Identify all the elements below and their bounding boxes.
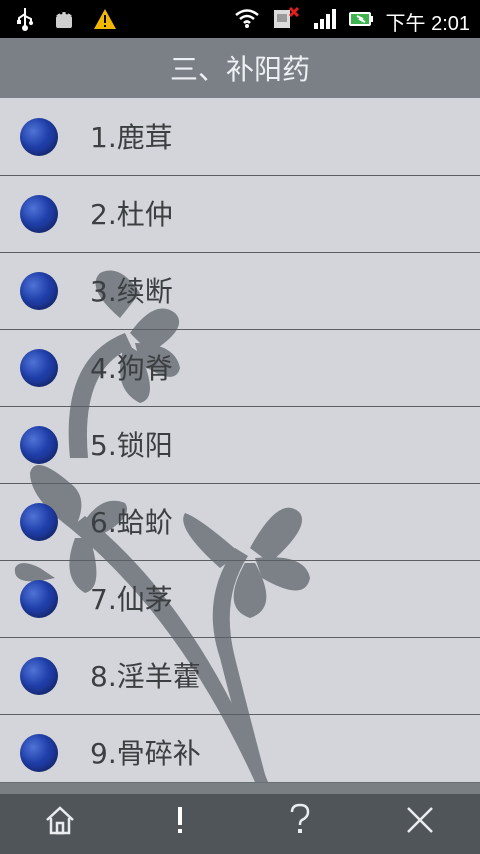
close-icon — [403, 803, 437, 846]
list-item[interactable]: 8.淫羊藿 — [0, 637, 480, 715]
info-button[interactable] — [140, 794, 220, 854]
list-item[interactable]: 3.续断 — [0, 252, 480, 330]
list-item[interactable]: 6.蛤蚧 — [0, 483, 480, 561]
list-item[interactable]: 4.狗脊 — [0, 329, 480, 407]
bullet-icon — [20, 195, 58, 233]
bullet-icon — [20, 734, 58, 772]
list-item-label: 1.鹿茸 — [90, 121, 173, 154]
status-right: 下午 2:01 — [234, 6, 470, 36]
signal-icon — [312, 7, 336, 35]
bullet-icon — [20, 657, 58, 695]
bullet-icon — [20, 580, 58, 618]
status-bar: 下午 2:01 — [0, 0, 480, 38]
bullet-icon — [20, 272, 58, 310]
sim-error-icon — [272, 6, 300, 36]
list-item[interactable]: 5.锁阳 — [0, 406, 480, 484]
list-item[interactable]: 7.仙茅 — [0, 560, 480, 638]
usb-icon — [14, 6, 36, 36]
list-item[interactable]: 2.杜仲 — [0, 175, 480, 253]
bullet-icon — [20, 503, 58, 541]
android-debug-icon — [52, 6, 76, 36]
title-text: 三、补阳药 — [169, 53, 310, 86]
help-button[interactable] — [260, 794, 340, 854]
list-item-label: 3.续断 — [90, 275, 173, 308]
status-left — [14, 6, 118, 36]
exclamation-icon — [170, 803, 190, 846]
list-item-label: 5.锁阳 — [90, 429, 173, 462]
question-icon — [287, 802, 313, 847]
bullet-icon — [20, 349, 58, 387]
list-item-label: 7.仙茅 — [90, 583, 173, 616]
home-button[interactable] — [20, 794, 100, 854]
wifi-icon — [234, 8, 260, 34]
list-item-label: 4.狗脊 — [90, 352, 173, 385]
status-time: 下午 2:01 — [385, 12, 470, 35]
bullet-icon — [20, 118, 58, 156]
list-item[interactable]: 1.鹿茸 — [0, 98, 480, 176]
close-button[interactable] — [380, 794, 460, 854]
list-item-label: 2.杜仲 — [90, 198, 173, 231]
list-item-label: 6.蛤蚧 — [90, 506, 173, 539]
warning-icon — [92, 7, 118, 35]
page-title: 三、补阳药 — [0, 38, 480, 100]
list-item-label: 8.淫羊藿 — [90, 660, 201, 693]
list-item-label: 9.骨碎补 — [90, 737, 201, 770]
bullet-icon — [20, 426, 58, 464]
list-item[interactable]: 9.骨碎补 — [0, 714, 480, 782]
battery-icon — [348, 8, 374, 34]
bottom-nav — [0, 794, 480, 854]
item-list: 1.鹿茸 2.杜仲 3.续断 4.狗脊 5.锁阳 6.蛤蚧 7.仙茅 8.淫羊藿… — [0, 98, 480, 782]
home-icon — [43, 803, 77, 846]
